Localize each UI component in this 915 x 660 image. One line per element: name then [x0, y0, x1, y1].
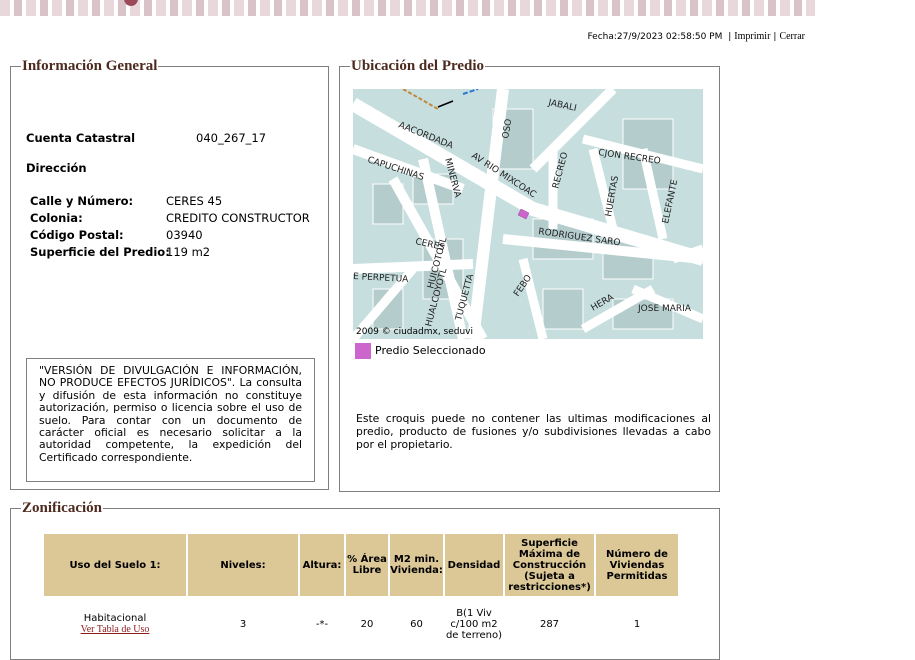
- cell-niveles: 3: [239, 618, 247, 630]
- fecha-text: Fecha:27/9/2023 02:58:50 PM: [587, 32, 723, 42]
- banner-logo-fragment: [124, 0, 138, 6]
- direccion-label: Dirección: [26, 161, 87, 175]
- table-header-row: Uso del Suelo 1: Niveles: Altura: % Área…: [44, 534, 678, 596]
- map-credit: 2009 © ciudadmx, seduvi: [356, 327, 474, 337]
- cell-num-viviendas: 1: [633, 618, 641, 630]
- header-num-viviendas: Número de Viviendas Permitidas: [596, 534, 678, 596]
- ubicacion-panel: Ubicación del Predio JABALI OSO AACORDAD…: [339, 58, 720, 492]
- disclaimer-box: "VERSIÓN DE DIVULGACIÓN E INFORMACIÓN, N…: [26, 358, 315, 482]
- cell-superficie-max: 287: [539, 618, 560, 630]
- superficie-label: Superficie del Predio:: [30, 245, 170, 259]
- croquis-note: Este croquis puede no contener las ultim…: [356, 412, 711, 451]
- codigo-postal-label: Código Postal:: [30, 228, 124, 242]
- map-legend: Predio Seleccionado: [355, 343, 486, 359]
- colonia-label: Colonia:: [30, 211, 83, 225]
- header-m2-min: M2 min. Vivienda:: [390, 534, 443, 596]
- header-altura: Altura:: [300, 534, 344, 596]
- imprimir-link[interactable]: Imprimir: [734, 31, 770, 42]
- header-area-libre: % Área Libre: [346, 534, 388, 596]
- street-label: JOSE MARIA: [637, 304, 692, 314]
- top-banner: [0, 0, 815, 16]
- info-general-title: Información General: [22, 58, 158, 74]
- map-svg: JABALI OSO AACORDADA AV RIO MIXCOAC CAPU…: [353, 89, 703, 339]
- calle-label: Calle y Número:: [30, 194, 134, 208]
- header-niveles: Niveles:: [188, 534, 298, 596]
- zonificacion-panel: Zonificación Uso del Suelo 1: Niveles: A…: [10, 500, 720, 660]
- cell-m2-min: 60: [410, 618, 423, 630]
- info-general-panel: Información General Cuenta Catastral 040…: [10, 58, 329, 490]
- cuenta-catastral-label: Cuenta Catastral: [26, 131, 136, 145]
- header-densidad: Densidad: [445, 534, 503, 596]
- separator: |: [773, 32, 777, 42]
- header-superficie-max: Superficie Máxima de Construcción (Sujet…: [505, 534, 594, 596]
- location-map[interactable]: JABALI OSO AACORDADA AV RIO MIXCOAC CAPU…: [353, 89, 703, 339]
- table-row: Habitacional Ver Tabla de Uso 3 -*- 20 6…: [44, 598, 678, 650]
- cell-uso: Habitacional Ver Tabla de Uso: [44, 598, 186, 650]
- cuenta-catastral-value: 040_267_17: [196, 131, 267, 145]
- cerrar-link[interactable]: Cerrar: [779, 31, 805, 42]
- uso-value: Habitacional: [83, 613, 147, 624]
- header-uso: Uso del Suelo 1:: [44, 534, 186, 596]
- colonia-value: CREDITO CONSTRUCTOR: [166, 211, 310, 225]
- cell-area-libre: 20: [360, 618, 374, 630]
- cell-densidad: B(1 Viv c/100 m2 de terreno): [445, 607, 503, 641]
- separator: |: [728, 32, 732, 42]
- ver-tabla-uso-link[interactable]: Ver Tabla de Uso: [81, 624, 150, 635]
- selected-lot-swatch: [355, 343, 371, 359]
- superficie-value: 119 m2: [166, 245, 211, 259]
- zonificacion-table: Uso del Suelo 1: Niveles: Altura: % Área…: [42, 532, 680, 652]
- zonificacion-title: Zonificación: [22, 500, 103, 516]
- codigo-postal-value: 03940: [166, 228, 203, 242]
- ubicacion-title: Ubicación del Predio: [351, 58, 485, 74]
- calle-value: CERES 45: [166, 194, 223, 208]
- cell-altura: -*-: [315, 618, 329, 630]
- legend-label: Predio Seleccionado: [375, 344, 486, 357]
- header-toolbar: Fecha:27/9/2023 02:58:50 PM | Imprimir | Ce…: [587, 31, 805, 42]
